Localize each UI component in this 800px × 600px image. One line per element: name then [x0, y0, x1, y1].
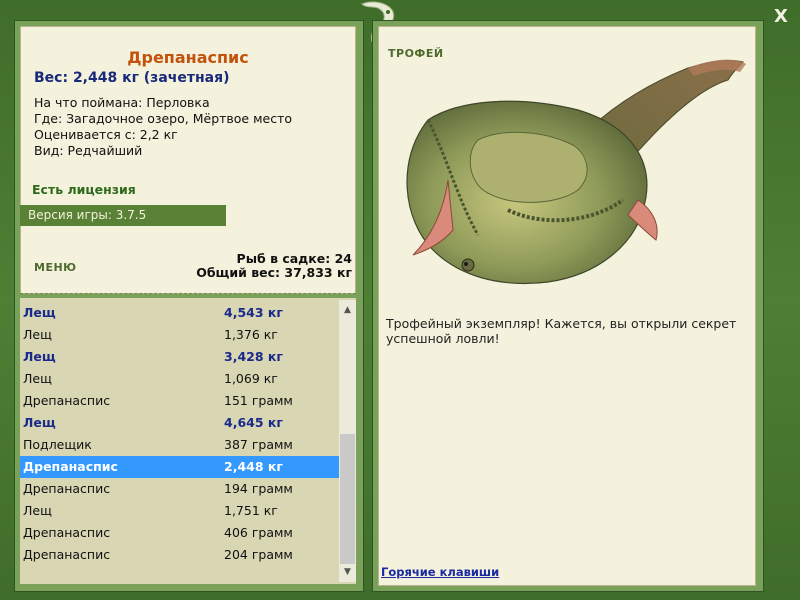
caught-with: На что поймана: Перловка	[34, 95, 210, 110]
fish-title: Дрепанаспис	[127, 48, 249, 67]
menu-button[interactable]: МЕНЮ	[34, 261, 77, 274]
catch-list-item[interactable]: Лещ 4,543 кг	[20, 302, 340, 324]
catch-list-item[interactable]: Лещ 4,645 кг	[20, 412, 340, 434]
catch-item-weight: 1,069 кг	[224, 371, 278, 386]
hotkeys-link[interactable]: Горячие клавиши	[381, 565, 499, 579]
valued-from: Оценивается с: 2,2 кг	[34, 127, 178, 142]
catch-item-name: Лещ	[23, 503, 52, 518]
catch-item-name: Дрепанаспис	[23, 547, 111, 562]
divider	[20, 293, 356, 294]
catch-item-weight: 194 грамм	[224, 481, 293, 496]
catch-list-item[interactable]: Дрепанаспис 194 грамм	[20, 478, 340, 500]
game-version: Версия игры: 3.7.5	[20, 205, 226, 226]
catch-list-item[interactable]: Лещ 1,069 кг	[20, 368, 340, 390]
drepanaspis-fish-image	[406, 59, 746, 285]
catch-item-weight: 4,645 кг	[224, 415, 283, 430]
catch-item-name: Дрепанаспис	[23, 459, 118, 474]
catch-item-weight: 1,376 кг	[224, 327, 278, 342]
keepnet-stats: Рыб в садке: 24 Общий вес: 37,833 кг	[160, 252, 352, 280]
total-weight: Общий вес: 37,833 кг	[196, 265, 352, 280]
catch-item-name: Лещ	[23, 371, 52, 386]
catch-list-rows: Лещ 4,543 кг Лещ 1,376 кг Лещ 3,428 кг Лещ 1,06…	[20, 302, 340, 566]
close-button[interactable]: X	[770, 6, 792, 28]
catch-list-scrollbar[interactable]: ▲ ▼	[339, 300, 356, 582]
fish-details: На что поймана: Перловка Где: Загадочное…	[34, 95, 292, 159]
fish-weight: Вес: 2,448 кг (зачетная)	[34, 70, 230, 86]
fish-rarity: Вид: Редчайший	[34, 143, 143, 158]
catch-list-item[interactable]: Дрепанаспис 406 грамм	[20, 522, 340, 544]
trophy-message: Трофейный экземпляр! Кажется, вы открыли…	[386, 316, 737, 346]
catch-location: Где: Загадочное озеро, Мёртвое место	[34, 111, 293, 126]
catch-list-item[interactable]: Лещ 3,428 кг	[20, 346, 340, 368]
catch-item-name: Дрепанаспис	[23, 481, 111, 496]
catch-list-item[interactable]: Лещ 1,376 кг	[20, 324, 340, 346]
catch-item-weight: 1,751 кг	[224, 503, 278, 518]
catch-item-weight: 4,543 кг	[224, 305, 283, 320]
catch-item-weight: 387 грамм	[224, 437, 293, 452]
catch-item-weight: 151 грамм	[224, 393, 293, 408]
scroll-down-arrow-icon[interactable]: ▼	[339, 564, 356, 580]
catch-item-name: Подлещик	[23, 437, 92, 452]
license-status: Есть лицензия	[32, 182, 136, 197]
catch-item-name: Лещ	[23, 415, 56, 430]
catch-item-name: Лещ	[23, 327, 52, 342]
fish-count: Рыб в садке: 24	[236, 251, 352, 266]
catch-list-item[interactable]: Лещ 1,751 кг	[20, 500, 340, 522]
scroll-up-arrow-icon[interactable]: ▲	[339, 302, 356, 318]
catch-item-name: Дрепанаспис	[23, 393, 111, 408]
catch-item-weight: 406 грамм	[224, 525, 293, 540]
catch-list-item[interactable]: Дрепанаспис 204 грамм	[20, 544, 340, 566]
catch-item-weight: 2,448 кг	[224, 459, 283, 474]
catch-item-name: Лещ	[23, 349, 56, 364]
catch-list-item[interactable]: Подлещик 387 грамм	[20, 434, 340, 456]
catch-list-item[interactable]: Дрепанаспис 2,448 кг	[20, 456, 340, 478]
catch-item-name: Лещ	[23, 305, 56, 320]
catch-list: Лещ 4,543 кг Лещ 1,376 кг Лещ 3,428 кг Лещ 1,06…	[20, 298, 356, 584]
scroll-thumb[interactable]	[340, 434, 355, 564]
catch-item-weight: 3,428 кг	[224, 349, 283, 364]
catch-item-name: Дрепанаспис	[23, 525, 111, 540]
catch-list-item[interactable]: Дрепанаспис 151 грамм	[20, 390, 340, 412]
catch-item-weight: 204 грамм	[224, 547, 293, 562]
